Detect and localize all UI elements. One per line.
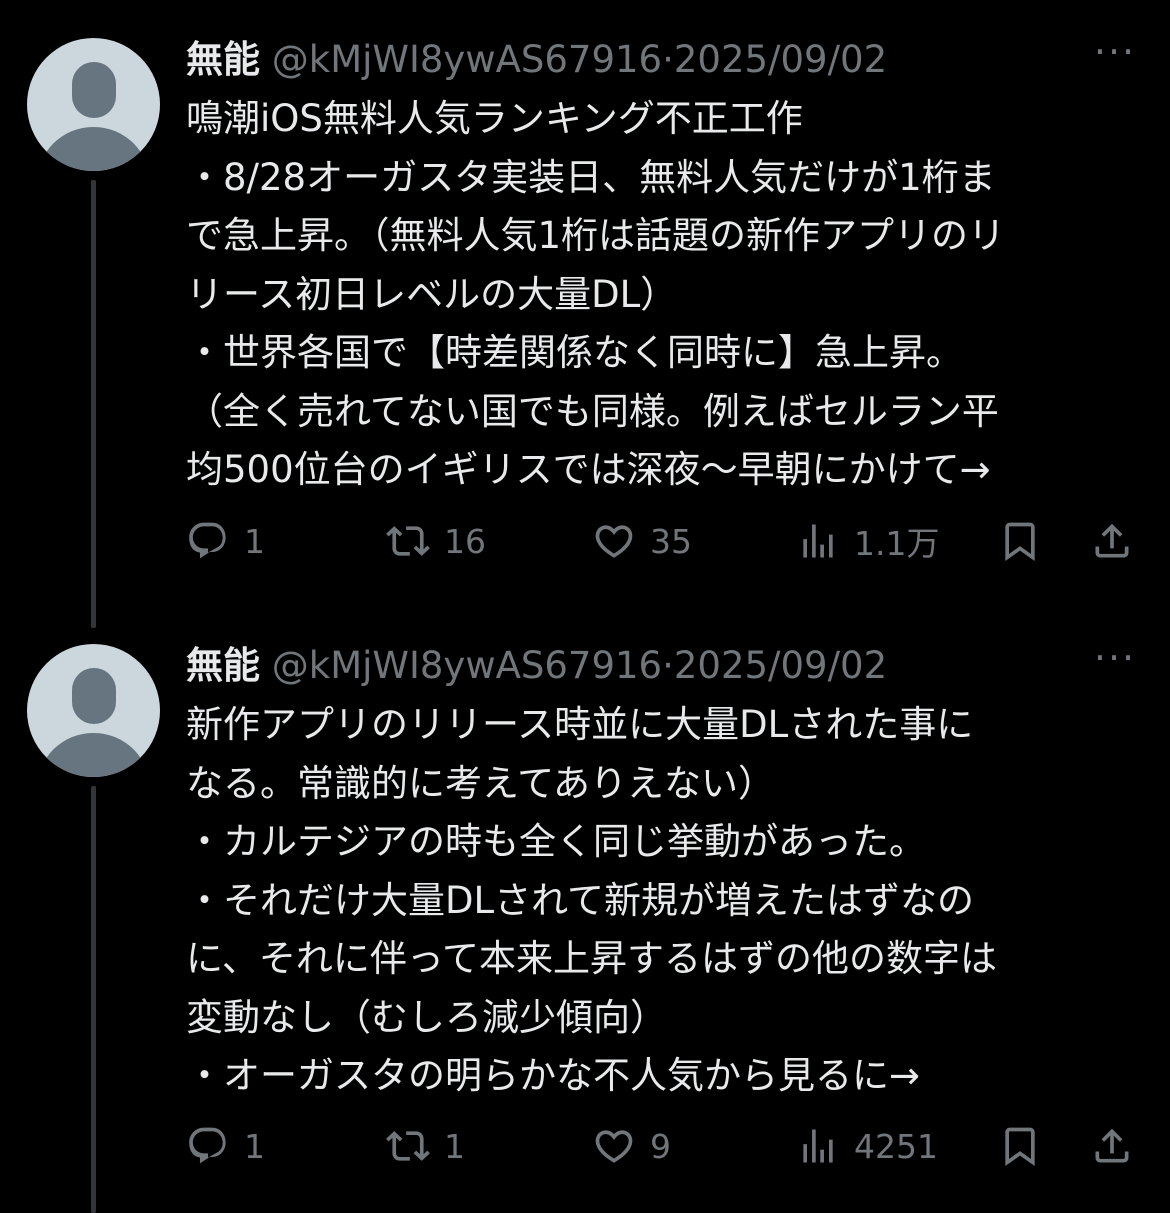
thread-line [91, 180, 96, 628]
avatar-body [37, 127, 150, 171]
reply-icon [189, 1127, 226, 1164]
user-name[interactable]: 無能 [186, 38, 260, 81]
retweet-button[interactable]: 1 [386, 1121, 465, 1171]
avatar[interactable] [27, 644, 160, 777]
bookmark-button[interactable] [998, 516, 1042, 566]
share-icon [1095, 523, 1129, 558]
retweet-icon [386, 526, 430, 556]
action-bar: 1 16 35 1.1万 [186, 516, 1150, 566]
user-handle[interactable]: @kMjWI8ywAS67916 [272, 644, 662, 687]
like-button[interactable]: 9 [592, 1121, 671, 1171]
heart-icon [595, 525, 633, 558]
retweet-count: 16 [444, 521, 486, 561]
views-button[interactable]: 4251 [796, 1121, 938, 1171]
share-button[interactable] [1090, 1121, 1134, 1171]
action-bar: 1 1 9 4251 [186, 1121, 1150, 1171]
reply-icon [189, 522, 226, 559]
like-count: 35 [650, 521, 692, 561]
share-button[interactable] [1090, 516, 1134, 566]
views-button[interactable]: 1.1万 [796, 516, 939, 566]
like-count: 9 [650, 1126, 671, 1166]
avatar-head [72, 668, 116, 724]
reply-button[interactable]: 1 [186, 1121, 265, 1171]
thread-line [91, 786, 96, 1213]
separator-dot: · [662, 38, 674, 81]
views-count: 1.1万 [854, 524, 940, 563]
more-icon[interactable]: ··· [1090, 32, 1140, 80]
tweet-text: 新作アプリのリリース時並に大量DLされた事に なる。常識的に考えてありえない） … [186, 703, 998, 1097]
reply-count: 1 [244, 1126, 265, 1166]
avatar-body [37, 733, 150, 777]
retweet-count: 1 [444, 1126, 465, 1166]
views-count: 4251 [854, 1126, 938, 1166]
bookmark-icon [1005, 1127, 1035, 1167]
retweet-icon [386, 1131, 430, 1161]
separator-dot: · [662, 644, 674, 687]
reply-count: 1 [244, 521, 265, 561]
views-icon [803, 524, 833, 558]
user-handle[interactable]: @kMjWI8ywAS67916 [272, 38, 662, 81]
tweet-header: 無能 @kMjWI8ywAS67916·2025/09/02 ··· [186, 638, 1150, 690]
avatar-head [72, 62, 116, 118]
more-icon[interactable]: ··· [1090, 638, 1140, 686]
bookmark-button[interactable] [998, 1121, 1042, 1171]
avatar[interactable] [27, 38, 160, 171]
tweet-date[interactable]: 2025/09/02 [674, 644, 887, 687]
share-icon [1095, 1128, 1129, 1163]
tweet[interactable]: 無能 @kMjWI8ywAS67916·2025/09/02 ··· 新作アプリ… [0, 606, 1170, 1213]
views-icon [803, 1129, 833, 1163]
heart-icon [595, 1130, 633, 1163]
reply-button[interactable]: 1 [186, 516, 265, 566]
tweet-text: 鳴潮iOS無料人気ランキング不正工作 ・8/28オーガスタ実装日、無料人気だけが… [186, 97, 1006, 491]
tweet[interactable]: 無能 @kMjWI8ywAS67916·2025/09/02 ··· 鳴潮iOS… [0, 0, 1170, 628]
retweet-button[interactable]: 16 [386, 516, 486, 566]
bookmark-icon [1005, 522, 1035, 562]
like-button[interactable]: 35 [592, 516, 692, 566]
tweet-date[interactable]: 2025/09/02 [674, 38, 887, 81]
user-name[interactable]: 無能 [186, 644, 260, 687]
tweet-header: 無能 @kMjWI8ywAS67916·2025/09/02 ··· [186, 32, 1150, 84]
